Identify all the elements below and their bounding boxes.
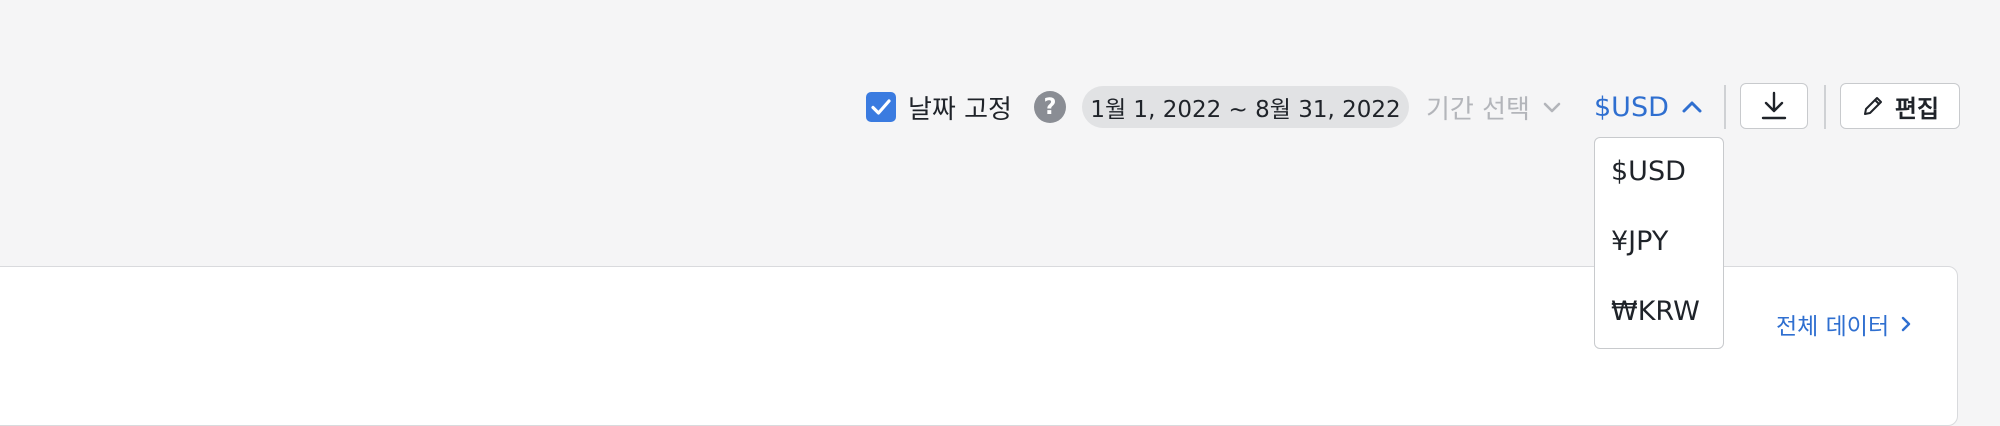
period-select-label: 기간 선택 (1426, 94, 1530, 125)
currency-selected-label: $USD (1594, 91, 1669, 123)
download-icon (1761, 91, 1787, 120)
all-data-link[interactable]: 전체 데이터 (1776, 306, 1913, 342)
chevron-right-icon (1901, 316, 1911, 332)
toolbar-divider (1824, 85, 1826, 129)
currency-option-krw[interactable]: ₩KRW (1611, 296, 1700, 327)
edit-button[interactable]: 편집 (1840, 83, 1960, 129)
fix-date-control[interactable]: 날짜 고정 (866, 89, 1012, 125)
chevron-down-icon (1543, 102, 1561, 113)
toolbar: 날짜 고정 ? 1월 1, 2022 ~ 8월 31, 2022 기간 선택 $… (0, 82, 2000, 132)
download-button[interactable] (1740, 83, 1808, 129)
pencil-icon (1863, 97, 1882, 115)
date-range-pill[interactable]: 1월 1, 2022 ~ 8월 31, 2022 (1082, 86, 1409, 128)
question-icon: ? (1043, 94, 1057, 120)
currency-option-jpy[interactable]: ¥JPY (1611, 226, 1668, 257)
fix-date-checkbox[interactable] (866, 92, 896, 122)
currency-dropdown: $USD ¥JPY ₩KRW (1594, 137, 1724, 349)
all-data-label: 전체 데이터 (1776, 314, 1890, 340)
fix-date-label: 날짜 고정 (908, 94, 1012, 125)
chevron-up-icon (1682, 101, 1702, 113)
date-range-text: 1월 1, 2022 ~ 8월 31, 2022 (1090, 97, 1401, 123)
toolbar-divider (1724, 85, 1726, 129)
checkmark-icon (871, 99, 891, 115)
currency-option-usd[interactable]: $USD (1611, 156, 1686, 187)
currency-select[interactable]: $USD (1594, 89, 1703, 125)
edit-label: 편집 (1894, 94, 1940, 123)
help-button[interactable]: ? (1034, 91, 1066, 123)
period-select[interactable]: 기간 선택 (1426, 89, 1562, 125)
